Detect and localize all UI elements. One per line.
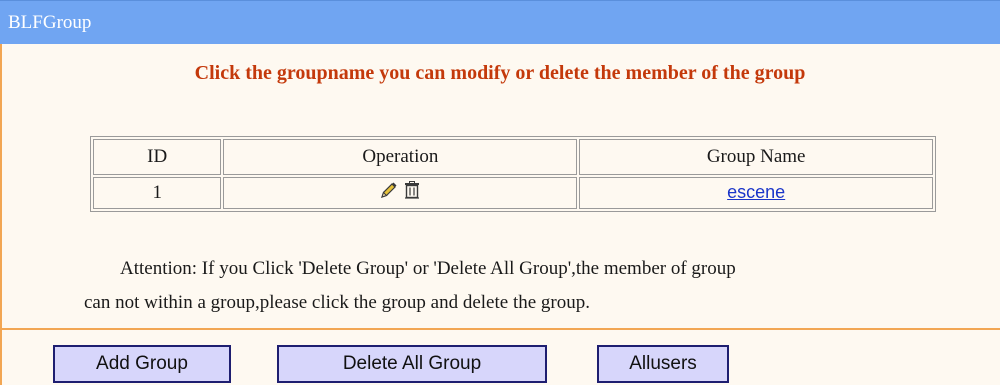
cell-id: 1 — [93, 177, 222, 209]
panel-title: BLFGroup — [8, 12, 92, 33]
attention-line-1: Attention: If you Click 'Delete Group' o… — [120, 258, 736, 279]
header-group-name: Group Name — [579, 139, 933, 175]
cell-group-name: escene — [579, 177, 933, 209]
group-table: ID Operation Group Name 1 escene — [90, 136, 936, 212]
header-operation: Operation — [223, 139, 578, 175]
pencil-icon[interactable] — [379, 180, 399, 206]
section-divider — [0, 328, 1000, 330]
title-bar: BLFGroup — [0, 0, 1000, 44]
trash-icon[interactable] — [402, 180, 422, 206]
delete-all-group-button[interactable]: Delete All Group — [277, 345, 547, 383]
add-group-button[interactable]: Add Group — [53, 345, 231, 383]
attention-line-2: can not within a group,please click the … — [84, 292, 590, 313]
table-header-row: ID Operation Group Name — [93, 139, 933, 175]
operation-icons — [379, 180, 422, 206]
group-name-link[interactable]: escene — [727, 182, 785, 202]
allusers-button[interactable]: Allusers — [597, 345, 729, 383]
cell-operation — [223, 177, 578, 209]
panel-left-border — [0, 44, 2, 385]
instruction-text: Click the groupname you can modify or de… — [194, 62, 806, 84]
header-id: ID — [93, 139, 222, 175]
table-row: 1 escene — [93, 177, 933, 209]
attention-note: Attention: If you Click 'Delete Group' o… — [84, 252, 964, 320]
blf-group-panel: BLFGroup Click the groupname you can mod… — [0, 0, 1000, 385]
